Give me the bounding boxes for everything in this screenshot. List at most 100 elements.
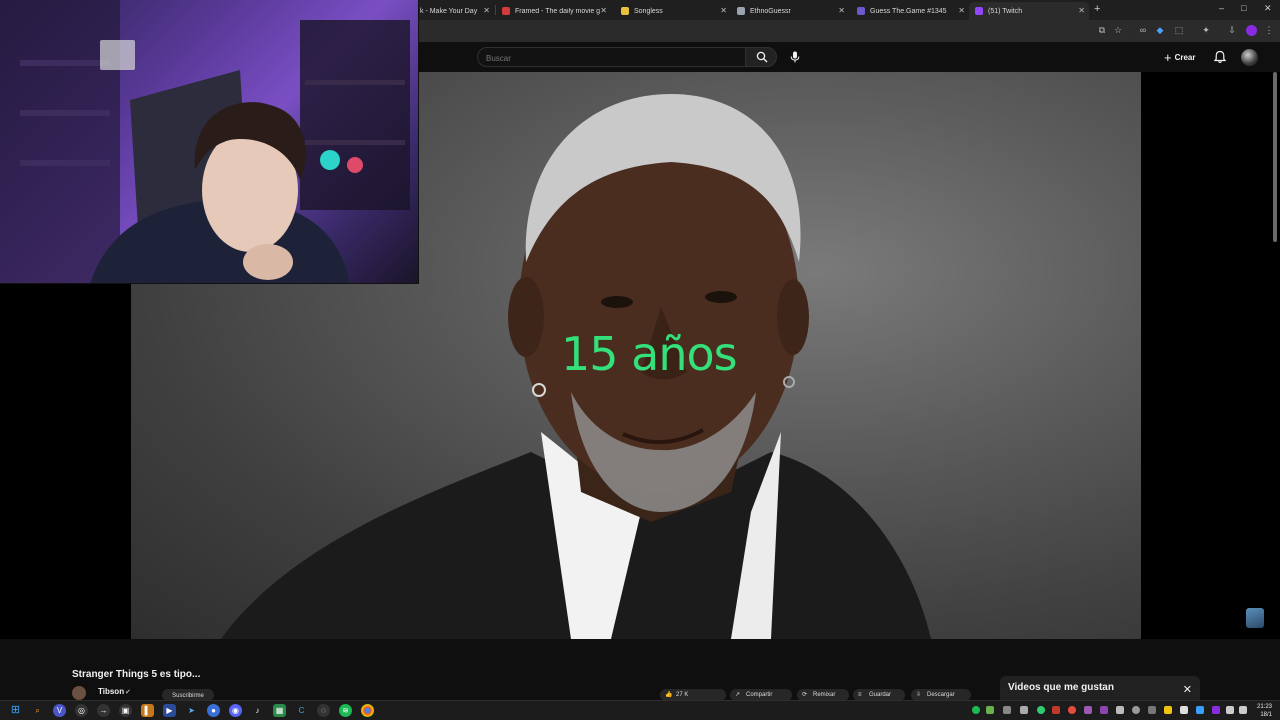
video-letterbox-left	[0, 284, 131, 639]
video-letterbox-right	[1141, 72, 1280, 639]
close-icon[interactable]: ✕	[1183, 685, 1192, 696]
discord-icon[interactable]: ◉	[229, 704, 242, 717]
app-icon[interactable]: ●	[207, 704, 220, 717]
app-icon[interactable]: ▦	[273, 704, 286, 717]
clock-date: 18/1	[1260, 712, 1272, 718]
app-icon[interactable]: →	[97, 704, 110, 717]
tray-icon[interactable]	[972, 706, 980, 714]
system-clock[interactable]: 21:23 18/1	[1252, 703, 1272, 719]
browser-tab[interactable]: k - Make Your Day ✕	[414, 2, 494, 20]
extension-icon[interactable]: ◆	[1155, 25, 1165, 35]
download-label: Descargar	[927, 692, 955, 698]
account-avatar[interactable]	[1241, 49, 1258, 66]
tab-close-icon[interactable]: ✕	[958, 6, 965, 15]
ethnoguessr-favicon-icon	[737, 7, 745, 15]
twitch-favicon-icon	[975, 7, 983, 15]
bookmark-star-icon[interactable]: ☆	[1113, 25, 1123, 35]
tray-icon[interactable]	[1196, 706, 1204, 714]
create-label: Crear	[1174, 52, 1196, 62]
channel-name[interactable]: Tibson	[98, 687, 124, 696]
browser-menu-icon[interactable]: ⋮	[1264, 25, 1274, 35]
create-button[interactable]: + Crear	[1164, 49, 1196, 65]
tray-icon[interactable]	[986, 706, 994, 714]
tray-icon[interactable]	[1100, 706, 1108, 714]
app-icon[interactable]: ▌	[141, 704, 154, 717]
app-icon[interactable]: ◎	[75, 704, 88, 717]
guessthegame-favicon-icon	[857, 7, 865, 15]
app-icon[interactable]: ◌	[317, 704, 330, 717]
tray-icon[interactable]	[1212, 706, 1220, 714]
minimize-button[interactable]: –	[1219, 3, 1224, 13]
tab-close-icon[interactable]: ✕	[838, 6, 845, 15]
framed-favicon-icon	[502, 7, 510, 15]
tab-close-icon[interactable]: ✕	[600, 6, 607, 15]
songless-favicon-icon	[621, 7, 629, 15]
browser-tab[interactable]: Guess The.Game #1345 ✕	[851, 2, 969, 20]
tray-icon[interactable]	[1003, 706, 1011, 714]
plus-icon: +	[1164, 49, 1172, 65]
tab-title: (51) Twitch	[988, 7, 1023, 15]
spotify-icon[interactable]: ≋	[339, 704, 352, 717]
browser-tab[interactable]: EthnoGuessr ✕	[731, 2, 849, 20]
chrome-icon[interactable]	[361, 704, 374, 717]
extensions-puzzle-icon[interactable]: ⬚	[1174, 25, 1184, 35]
app-icon[interactable]: C	[295, 704, 308, 717]
new-tab-button[interactable]: +	[1094, 3, 1100, 15]
download-icon[interactable]: ⇩	[1227, 25, 1237, 35]
share-label: Compartir	[746, 692, 773, 698]
install-app-icon[interactable]: ⧉	[1097, 25, 1107, 35]
liked-videos-title: Videos que me gustan	[1008, 682, 1114, 693]
tray-icon[interactable]	[1116, 706, 1124, 714]
tab-close-icon[interactable]: ✕	[483, 6, 490, 15]
liked-videos-panel: Videos que me gustan ✕	[1000, 676, 1200, 700]
volume-icon[interactable]	[1239, 706, 1247, 714]
video-title: Stranger Things 5 es tipo...	[72, 669, 201, 680]
browser-tab[interactable]: Songless ✕	[615, 2, 731, 20]
tab-title: Songless	[634, 7, 663, 15]
extension-icon[interactable]: ∞	[1138, 25, 1148, 35]
search-icon	[756, 51, 768, 63]
tiktok-icon[interactable]: ♪	[251, 704, 264, 717]
tray-icon[interactable]	[1037, 706, 1045, 714]
profile-avatar[interactable]	[1246, 25, 1257, 36]
tray-icon[interactable]	[1180, 706, 1188, 714]
browser-tab[interactable]: Framed - The daily movie guess ✕	[496, 2, 611, 20]
windows-start-icon[interactable]: ⊞	[9, 704, 22, 717]
maximize-button[interactable]: □	[1241, 3, 1246, 13]
channel-avatar[interactable]	[72, 686, 86, 700]
voice-search-button[interactable]	[785, 47, 805, 67]
os-taskbar: ⊞ ⌕ V ◎ → ▣ ▌ ▶ ➤ ● ◉ ♪ ▦ C ◌ ≋ 21:23 18…	[0, 700, 1280, 720]
mic-icon	[790, 51, 800, 63]
tab-title: Framed - The daily movie guess	[515, 7, 600, 15]
close-window-button[interactable]: ✕	[1264, 3, 1272, 14]
wifi-icon[interactable]	[1226, 706, 1234, 714]
bell-icon	[1213, 50, 1227, 63]
search-icon[interactable]: ⌕	[31, 704, 44, 717]
tab-search-icon[interactable]: ✦	[1201, 25, 1211, 35]
search-input[interactable]	[486, 51, 736, 65]
browser-tab-active[interactable]: (51) Twitch ✕	[969, 2, 1089, 20]
tab-close-icon[interactable]: ✕	[720, 6, 727, 15]
tray-icon[interactable]	[1020, 706, 1028, 714]
tray-icon[interactable]	[1132, 706, 1140, 714]
tray-icon[interactable]	[1148, 706, 1156, 714]
app-icon[interactable]: ▶	[163, 704, 176, 717]
streamer-webcam	[0, 0, 419, 284]
search-button[interactable]	[745, 47, 777, 67]
telegram-icon[interactable]: ➤	[185, 704, 198, 717]
tray-icon[interactable]	[1164, 706, 1172, 714]
clock-time: 21:23	[1256, 704, 1272, 710]
tab-title: k - Make Your Day	[420, 7, 478, 15]
tray-icon[interactable]	[1052, 706, 1060, 714]
tab-title: EthnoGuessr	[750, 7, 791, 15]
tab-close-icon[interactable]: ✕	[1078, 6, 1085, 15]
floating-avatar[interactable]	[1246, 608, 1264, 628]
like-count: 27 K	[676, 692, 689, 698]
page-scrollbar[interactable]	[1273, 72, 1277, 242]
tray-icon[interactable]	[1084, 706, 1092, 714]
tray-icon[interactable]	[1068, 706, 1076, 714]
app-icon[interactable]: ▣	[119, 704, 132, 717]
notifications-button[interactable]	[1212, 49, 1228, 65]
tab-title: Guess The.Game #1345	[870, 7, 947, 15]
app-icon[interactable]: V	[53, 704, 66, 717]
